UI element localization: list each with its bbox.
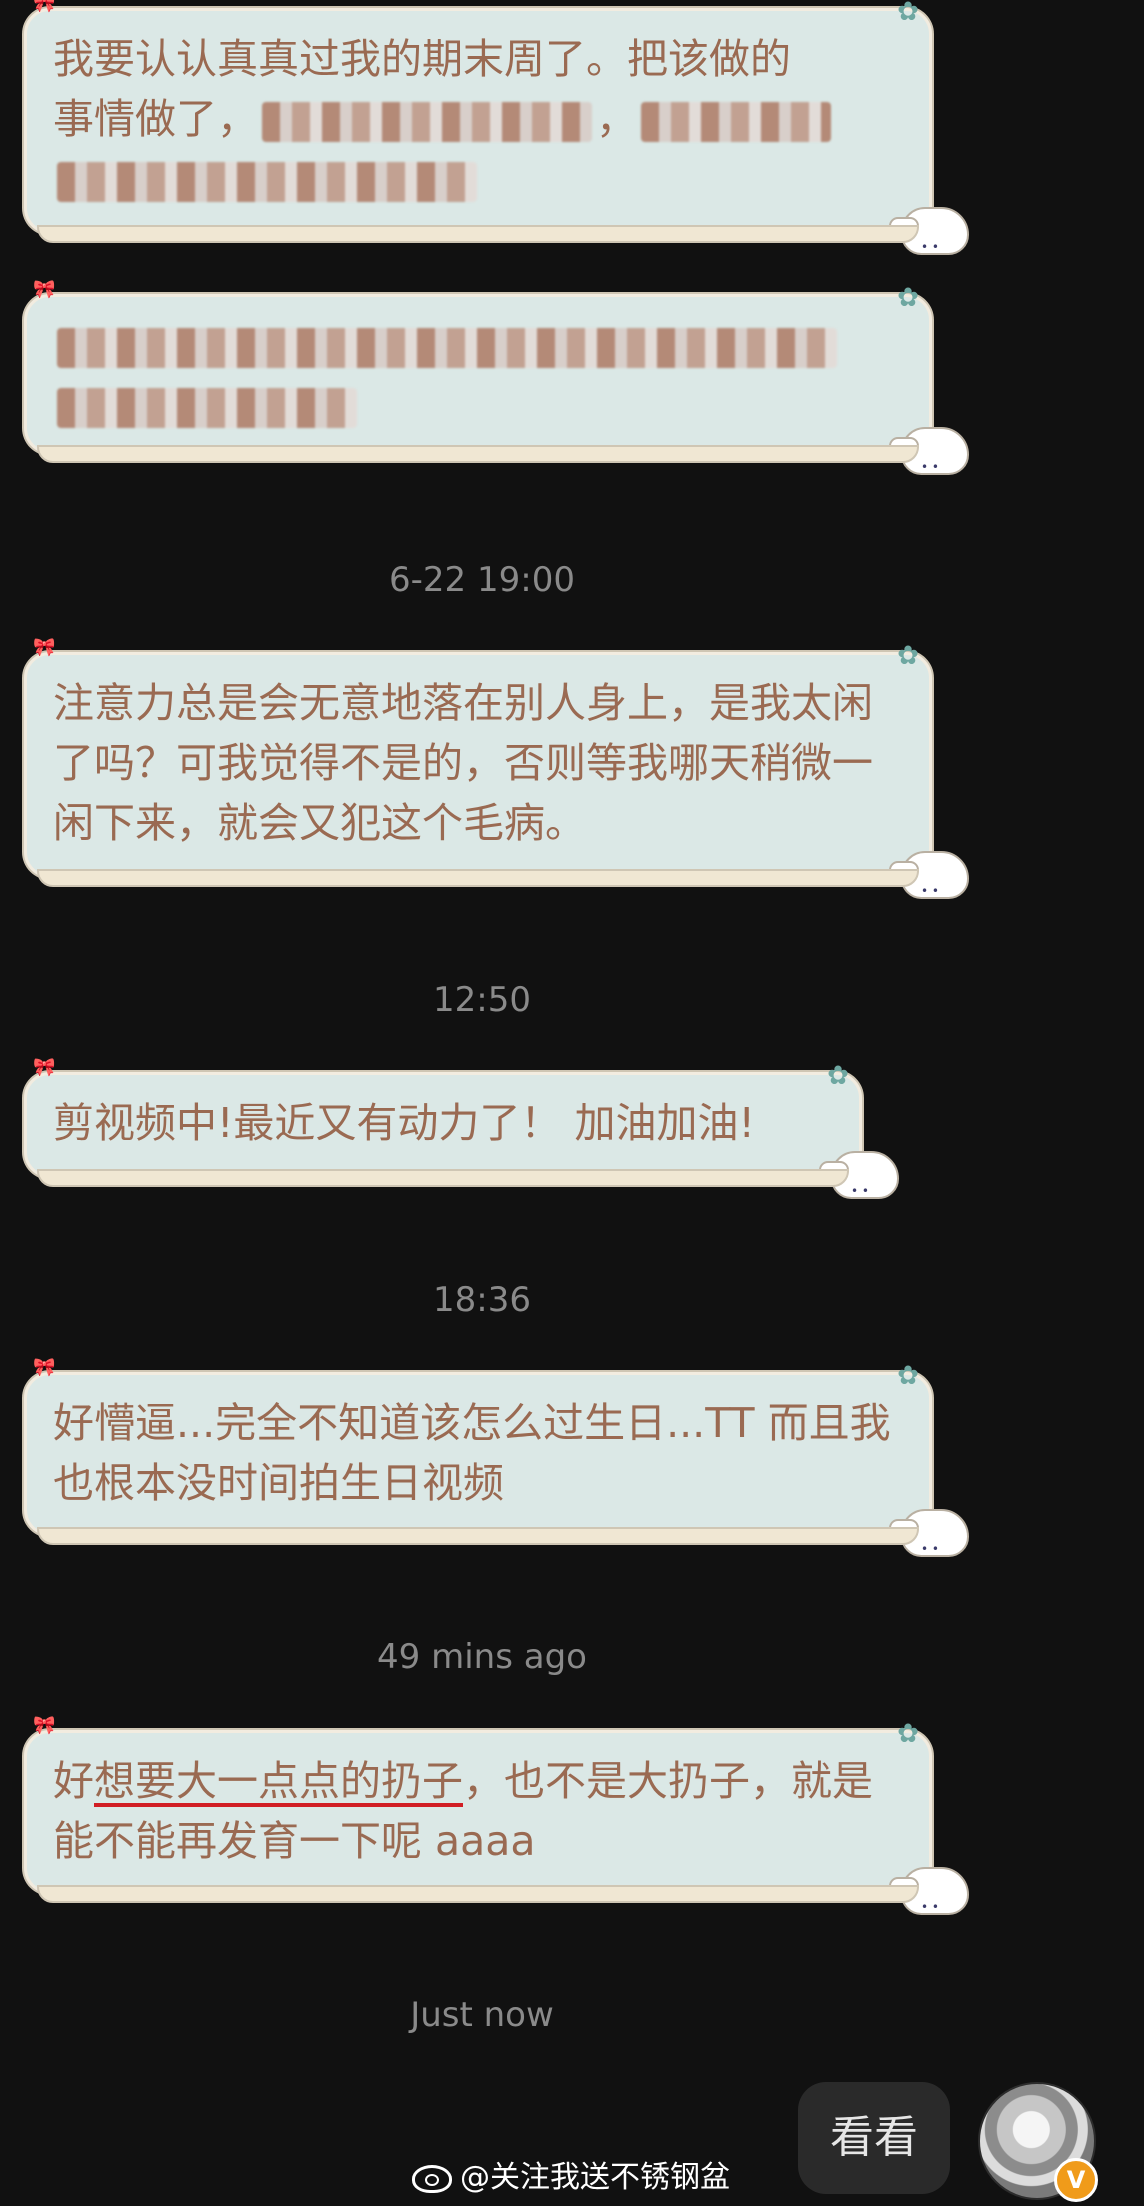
- weibo-icon: [412, 2164, 452, 2193]
- blurred-text: [262, 102, 592, 142]
- message-bubble-4: 🎀 ✿ 剪视频中!最近又有动力了！ 加油加油!: [24, 1059, 899, 1221]
- message-text: 好想要大一点点的扔子，也不是大扔子，就是能不能再发育一下呢 aaaa: [53, 1751, 901, 1871]
- timestamp: 18:36: [433, 1280, 531, 1320]
- message-line: [53, 149, 901, 209]
- timestamp: Just now: [410, 1995, 554, 2035]
- verified-badge-icon: V: [1054, 2158, 1098, 2202]
- message-text-segment: 好: [53, 1757, 94, 1805]
- message-text: 事情做了，: [53, 95, 258, 143]
- message-line: 我要认认真真过我的期末周了。把该做的: [53, 35, 791, 83]
- bow-icon: 🎀: [33, 637, 56, 658]
- star-icon: ✿: [827, 1061, 849, 1091]
- watermark-text: @关注我送不锈钢盆: [460, 2160, 730, 2195]
- message-bubble-3: 🎀 ✿ 注意力总是会无意地落在别人身上，是我太闲了吗？可我觉得不是的，否则等我哪…: [24, 639, 969, 921]
- blurred-text: [641, 102, 831, 142]
- bunny-sticker-icon: [889, 427, 969, 497]
- bow-icon: 🎀: [33, 1715, 56, 1736]
- star-icon: ✿: [897, 641, 919, 671]
- star-icon: ✿: [897, 1361, 919, 1391]
- message-line: [53, 315, 901, 375]
- message-text: 注意力总是会无意地落在别人身上，是我太闲了吗？可我觉得不是的，否则等我哪天稍微一…: [53, 679, 873, 847]
- highlighted-text: 想要大一点点的扔子: [94, 1757, 463, 1805]
- bow-icon: 🎀: [33, 1357, 56, 1378]
- blurred-text: [57, 162, 477, 202]
- reply-bubble: 看看: [798, 2082, 950, 2194]
- message-line: [53, 375, 901, 435]
- timestamp: 49 mins ago: [377, 1637, 587, 1677]
- message-bubble-1: 🎀 ✿ 我要认认真真过我的期末周了。把该做的 事情做了， ，: [24, 0, 969, 277]
- message-text: ，: [596, 95, 637, 143]
- star-icon: ✿: [897, 0, 919, 27]
- message-line: 事情做了， ，: [53, 89, 901, 149]
- message-text: 剪视频中!最近又有动力了！ 加油加油!: [53, 1099, 755, 1147]
- star-icon: ✿: [897, 1719, 919, 1749]
- bunny-sticker-icon: [889, 1509, 969, 1579]
- message-bubble-2: 🎀 ✿: [24, 281, 969, 497]
- timestamp: 12:50: [433, 980, 531, 1020]
- message-bubble-5: 🎀 ✿ 好懵逼...完全不知道该怎么过生日...TT 而且我也根本没时间拍生日视…: [24, 1359, 969, 1579]
- bow-icon: 🎀: [33, 1057, 56, 1078]
- bunny-sticker-icon: [819, 1151, 899, 1221]
- blurred-text: [57, 388, 357, 428]
- watermark: @关注我送不锈钢盆: [412, 2156, 730, 2200]
- bunny-sticker-icon: [889, 207, 969, 277]
- message-bubble-6: 🎀 ✿ 好想要大一点点的扔子，也不是大扔子，就是能不能再发育一下呢 aaaa: [24, 1717, 969, 1937]
- star-icon: ✿: [897, 283, 919, 313]
- bow-icon: 🎀: [33, 279, 56, 300]
- bunny-sticker-icon: [889, 1867, 969, 1937]
- message-text: 好懵逼...完全不知道该怎么过生日...TT 而且我也根本没时间拍生日视频: [53, 1399, 891, 1507]
- blurred-text: [57, 328, 837, 368]
- timestamp: 6-22 19:00: [389, 560, 575, 600]
- bow-icon: 🎀: [33, 0, 56, 14]
- bunny-sticker-icon: [889, 851, 969, 921]
